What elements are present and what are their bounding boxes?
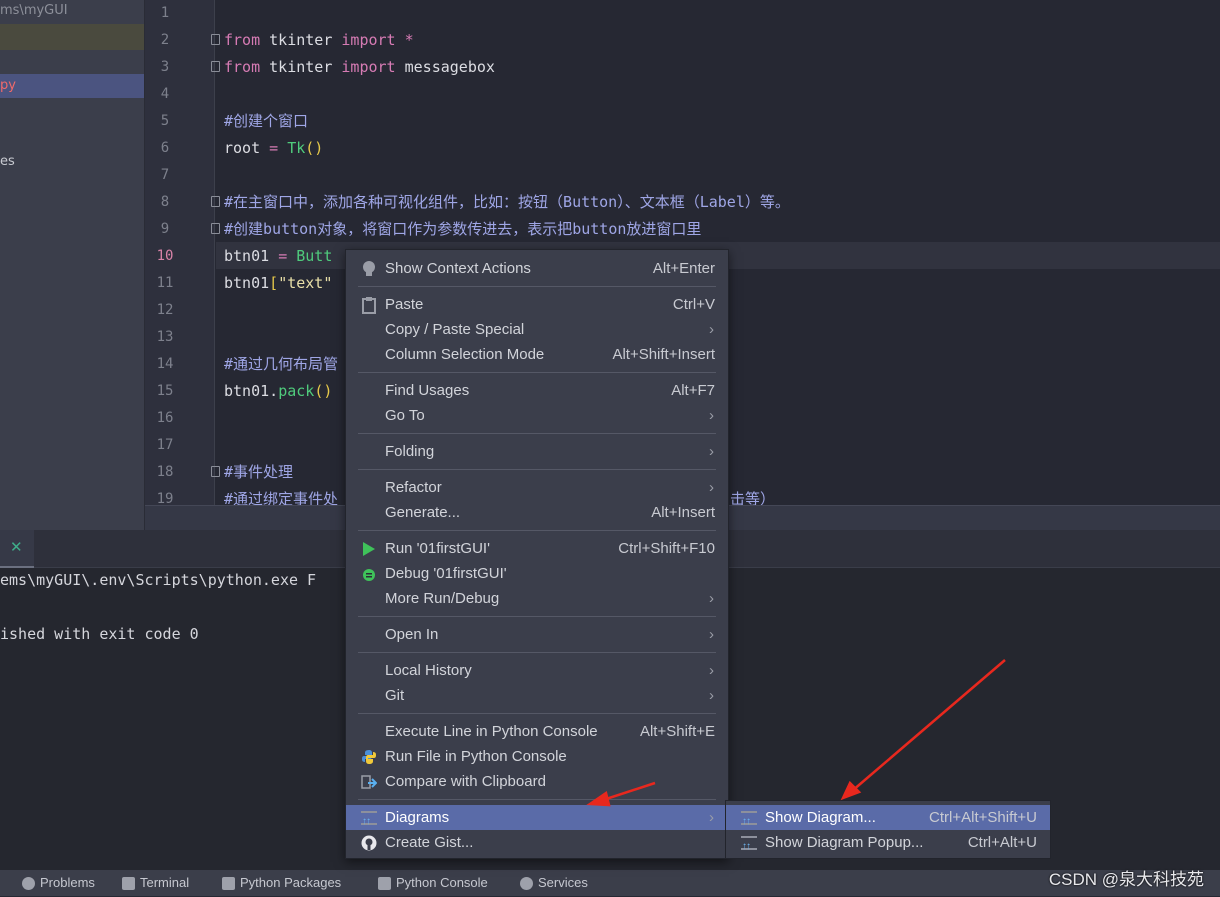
red-arrow-1-head (586, 790, 611, 807)
red-arrow-2 (851, 659, 1006, 792)
annotation-arrows (586, 659, 1006, 807)
red-arrow-2-head (840, 780, 862, 801)
